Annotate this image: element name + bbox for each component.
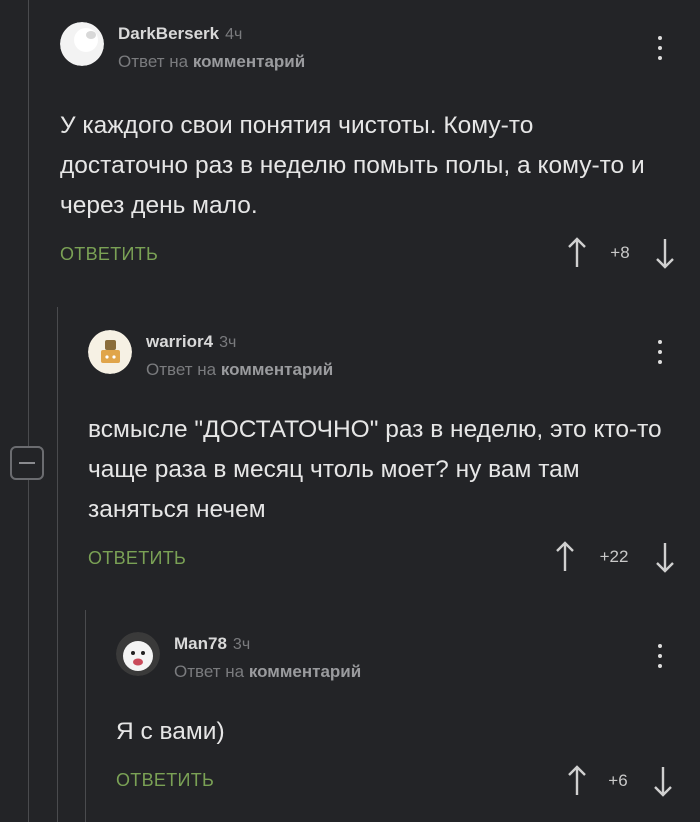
reply-prefix: Ответ на [174, 662, 245, 681]
reply-target-link[interactable]: комментарий [193, 52, 305, 71]
reply-meta: Ответ на комментарий [174, 662, 361, 682]
thread-line-level-1-lower [28, 480, 29, 822]
comment-darkberserk: DarkBerserk 4ч Ответ на комментарий У каж… [60, 22, 690, 282]
upvote-arrow-icon[interactable] [554, 540, 576, 574]
thread-line-level-3 [85, 610, 86, 822]
comment-time: 3ч [219, 334, 237, 351]
vote-score: +8 [610, 243, 630, 262]
comment-man78: Man78 3ч Ответ на комментарий Я с вами) О… [116, 632, 690, 812]
comment-author[interactable]: warrior4 3ч [146, 332, 236, 352]
reply-prefix: Ответ на [118, 52, 189, 71]
reply-prefix: Ответ на [146, 360, 217, 379]
downvote-arrow-icon[interactable] [654, 236, 676, 270]
avatar-image [60, 22, 104, 66]
kebab-menu-icon[interactable] [657, 644, 663, 670]
avatar[interactable] [116, 632, 160, 676]
vote-controls: +22 [554, 540, 678, 574]
vote-score: +6 [608, 771, 628, 790]
reply-meta: Ответ на комментарий [146, 360, 333, 380]
upvote-arrow-icon[interactable] [566, 236, 588, 270]
reply-target-link[interactable]: комментарий [249, 662, 361, 681]
comment-time: 4ч [225, 26, 243, 43]
avatar[interactable] [88, 330, 132, 374]
collapse-minus-icon [19, 462, 35, 464]
kebab-menu-icon[interactable] [657, 340, 663, 366]
downvote-arrow-icon[interactable] [652, 764, 674, 798]
author-name[interactable]: warrior4 [146, 332, 213, 351]
comment-time: 3ч [232, 636, 251, 653]
author-name[interactable]: Man78 [174, 634, 227, 653]
avatar[interactable] [60, 22, 104, 66]
avatar-image [88, 330, 132, 374]
vote-controls: +6 [566, 764, 676, 798]
comment-text: всмысле "ДОСТАТОЧНО" раз в неделю, это к… [88, 416, 662, 523]
downvote-arrow-icon[interactable] [654, 540, 676, 574]
collapse-thread-button[interactable] [10, 446, 44, 480]
reply-button[interactable]: ОТВЕТИТЬ [116, 770, 214, 791]
upvote-arrow-icon[interactable] [566, 764, 588, 798]
thread-line-level-2 [57, 307, 58, 822]
avatar-image [116, 632, 160, 676]
vote-score: +22 [599, 547, 629, 566]
vote-controls: +8 [566, 236, 676, 270]
reply-meta: Ответ на комментарий [118, 52, 305, 72]
comment-text: Я с вами) [116, 718, 225, 745]
reply-button[interactable]: ОТВЕТИТЬ [88, 548, 186, 569]
thread-line-level-1 [28, 0, 29, 446]
comment-author[interactable]: DarkBerserk 4ч [118, 24, 242, 44]
kebab-menu-icon[interactable] [657, 36, 663, 62]
reply-button[interactable]: ОТВЕТИТЬ [60, 244, 158, 265]
comment-warrior4: warrior4 3ч Ответ на комментарий всмысле … [88, 330, 690, 590]
reply-target-link[interactable]: комментарий [221, 360, 333, 379]
author-name[interactable]: DarkBerserk [118, 24, 219, 43]
comment-text: У каждого свои понятия чистоты. Кому-то … [60, 112, 645, 219]
comment-author[interactable]: Man78 3ч [174, 634, 250, 654]
